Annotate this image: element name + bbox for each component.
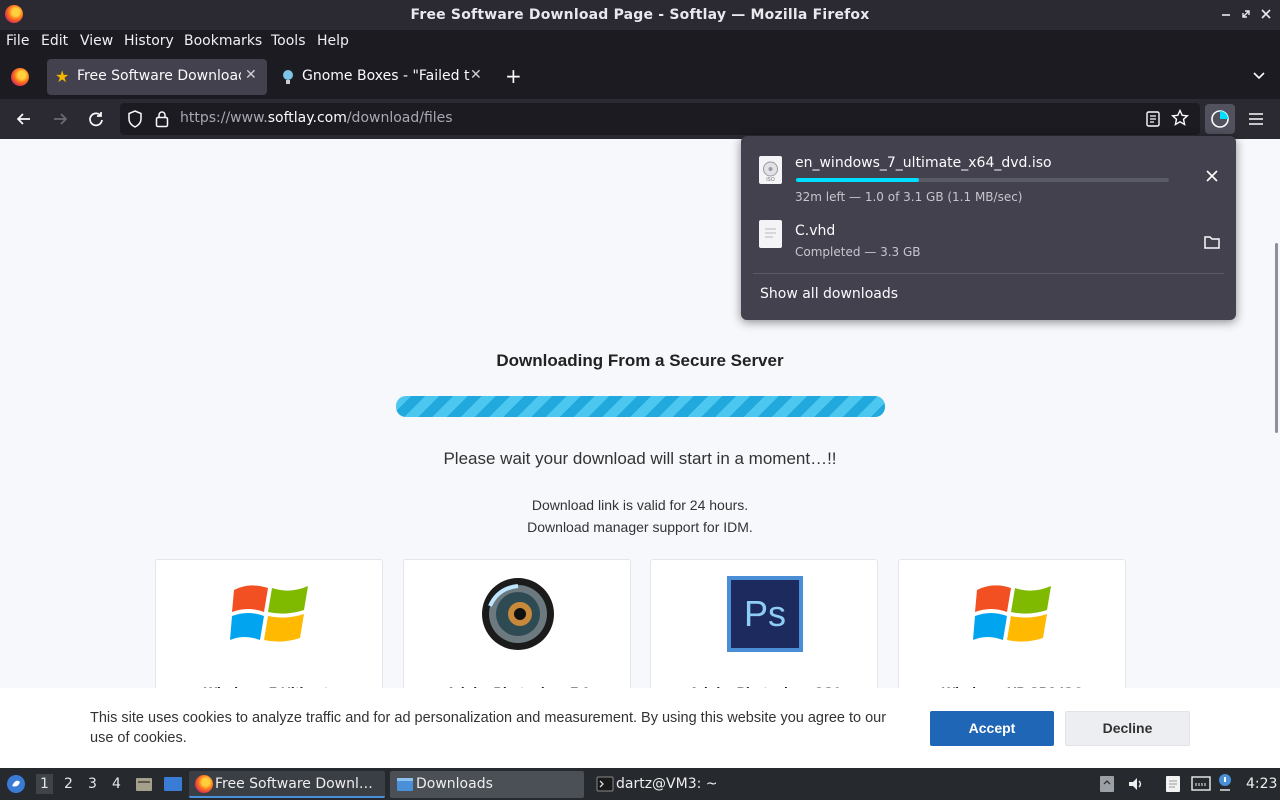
star-icon: ★	[55, 67, 70, 86]
download-status: Completed — 3.3 GB	[795, 245, 921, 259]
task-label: Downloads	[416, 776, 493, 792]
tab-label: Free Software Download	[77, 68, 241, 84]
software-card[interactable]: Adobe Photoshop 7.0	[403, 559, 631, 709]
taskbar: 1 2 3 4 Free Software Downl… Downloads d…	[0, 768, 1280, 800]
download-progress-fill	[796, 178, 920, 182]
reader-view-icon[interactable]	[1145, 110, 1161, 132]
menu-file[interactable]: File	[6, 33, 29, 49]
chevron-down-icon[interactable]	[1252, 68, 1266, 82]
minimize-icon[interactable]	[1218, 6, 1234, 22]
task-label: Free Software Downl…	[215, 776, 373, 792]
close-window-icon[interactable]	[1258, 6, 1274, 22]
menu-tools[interactable]: Tools	[271, 33, 306, 49]
tab-close-icon[interactable]: ✕	[245, 67, 257, 83]
workspace-4[interactable]: 4	[112, 776, 121, 792]
svg-text:ISO: ISO	[766, 177, 775, 183]
download-filename: C.vhd	[795, 223, 836, 239]
taskbar-task-downloads[interactable]: Downloads	[390, 771, 584, 798]
downloads-button[interactable]	[1205, 104, 1235, 134]
page-scrollbar[interactable]	[1275, 243, 1278, 433]
download-progress-bar	[396, 396, 885, 417]
software-card[interactable]: Windows 7 Ultimate	[155, 559, 383, 709]
decline-cookies-button[interactable]: Decline	[1065, 711, 1190, 746]
photoshop-logo: Ps	[727, 576, 807, 652]
link-validity-note: Download link is valid for 24 hours.	[531, 497, 749, 513]
svg-text:Ps: Ps	[744, 593, 786, 634]
tab-label: Gnome Boxes - "Failed to	[302, 68, 470, 84]
downloads-panel: ISO en_windows_7_ultimate_x64_dvd.iso 32…	[741, 136, 1236, 320]
taskbar-task-terminal[interactable]: dartz@VM3: ~	[590, 771, 786, 798]
lock-icon[interactable]	[154, 109, 170, 133]
clipboard-tray-icon[interactable]	[1099, 775, 1115, 797]
new-tab-button[interactable]: +	[505, 64, 522, 88]
bookmark-star-icon[interactable]	[1170, 108, 1190, 131]
bulb-icon	[281, 68, 295, 90]
firefox-icon	[195, 775, 213, 793]
download-status: 32m left — 1.0 of 3.1 GB (1.1 MB/sec)	[795, 190, 1023, 204]
panel-divider	[753, 273, 1224, 274]
folder-window-icon	[396, 776, 414, 796]
download-heading: Downloading From a Secure Server	[496, 351, 784, 370]
url-bar[interactable]: https://www.softlay.com/download/files	[120, 103, 1200, 135]
workspace-2[interactable]: 2	[64, 776, 73, 792]
hamburger-menu-icon[interactable]	[1246, 110, 1266, 128]
url-text[interactable]: https://www.softlay.com/download/files	[180, 110, 453, 126]
menu-help[interactable]: Help	[317, 33, 349, 49]
terminal-icon	[596, 776, 614, 796]
taskbar-task-firefox[interactable]: Free Software Downl…	[189, 771, 385, 798]
document-file-icon	[759, 220, 782, 248]
tab-close-icon[interactable]: ✕	[470, 67, 482, 83]
task-label: dartz@VM3: ~	[616, 776, 718, 792]
tab-strip: ★ Free Software Download ✕ Gnome Boxes -…	[0, 55, 1280, 99]
file-manager-icon[interactable]	[135, 775, 153, 797]
wait-message: Please wait your download will start in …	[443, 449, 837, 468]
clock: 4:23	[1246, 776, 1278, 792]
back-button[interactable]	[12, 107, 36, 131]
menu-bookmarks[interactable]: Bookmarks	[184, 33, 262, 49]
menu-bar: File Edit View History Bookmarks Tools H…	[0, 30, 1280, 55]
network-icon[interactable]	[1191, 775, 1211, 797]
menu-history[interactable]: History	[124, 33, 174, 49]
shield-icon[interactable]	[126, 109, 144, 133]
menu-view[interactable]: View	[80, 33, 113, 49]
iso-file-icon: ISO	[759, 156, 782, 184]
desktop-icon[interactable]	[163, 775, 183, 797]
navigation-bar: https://www.softlay.com/download/files	[0, 99, 1280, 139]
cancel-icon[interactable]	[1202, 166, 1222, 186]
download-item[interactable]: C.vhd Completed — 3.3 GB	[749, 208, 1228, 270]
windows-logo	[973, 576, 1053, 652]
software-card[interactable]: Windows XP SP3 ISO	[898, 559, 1126, 709]
windows-logo	[230, 576, 310, 652]
cookie-message: This site uses cookies to analyze traffi…	[90, 710, 887, 746]
idm-support-note: Download manager support for IDM.	[527, 519, 753, 535]
tab-gnome-boxes[interactable]: Gnome Boxes - "Failed to ✕	[272, 59, 492, 95]
volume-icon[interactable]	[1127, 775, 1145, 797]
window-title: Free Software Download Page - Softlay — …	[410, 7, 870, 23]
start-menu-icon[interactable]	[6, 774, 26, 798]
cookie-banner: This site uses cookies to analyze traffi…	[0, 688, 1280, 768]
accept-cookies-button[interactable]: Accept	[930, 711, 1054, 746]
update-notification-icon[interactable]	[1217, 773, 1233, 797]
show-all-downloads-button[interactable]: Show all downloads	[760, 286, 898, 302]
notes-tray-icon[interactable]	[1164, 774, 1182, 798]
window-titlebar: Free Software Download Page - Softlay — …	[0, 0, 1280, 30]
tab-softlay[interactable]: ★ Free Software Download ✕	[47, 59, 267, 95]
folder-icon[interactable]	[1202, 232, 1222, 252]
lens-logo	[478, 576, 558, 652]
software-card[interactable]: Ps Adobe Photoshop CS6	[650, 559, 878, 709]
workspace-3[interactable]: 3	[88, 776, 97, 792]
forward-button[interactable]	[48, 107, 72, 131]
workspace-1[interactable]: 1	[36, 774, 53, 794]
firefox-view-icon[interactable]	[11, 68, 29, 86]
download-filename: en_windows_7_ultimate_x64_dvd.iso	[795, 155, 1052, 171]
download-progress	[796, 178, 1169, 182]
reload-button[interactable]	[84, 107, 108, 131]
maximize-icon[interactable]	[1238, 6, 1254, 22]
download-item[interactable]: ISO en_windows_7_ultimate_x64_dvd.iso 32…	[749, 144, 1228, 206]
menu-edit[interactable]: Edit	[41, 33, 68, 49]
